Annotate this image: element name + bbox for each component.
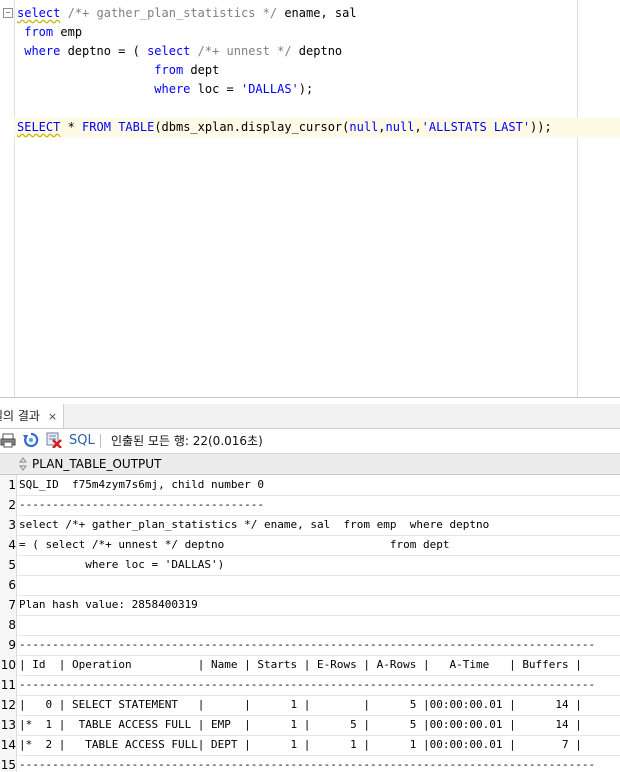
- table-row[interactable]: 11 --------------------------------------…: [0, 675, 620, 696]
- code-token: /*+ unnest */: [197, 44, 292, 58]
- row-number[interactable]: 12: [0, 695, 17, 715]
- fold-toggle-icon[interactable]: −: [3, 8, 13, 18]
- code-token: (dbms_xplan.display_cursor(: [154, 120, 350, 134]
- results-tabbar: 질의 결과 ×: [0, 404, 620, 429]
- results-toolbar: SQL 인출된 모든 행: 22(0.016초): [0, 429, 620, 454]
- table-cell[interactable]: |* 2 | TABLE ACCESS FULL| DEPT | 1 | 1 |…: [19, 735, 582, 755]
- row-number[interactable]: 6: [0, 575, 17, 595]
- row-number[interactable]: 15: [0, 755, 17, 772]
- table-row[interactable]: 14 |* 2 | TABLE ACCESS FULL| DEPT | 1 | 1…: [0, 735, 620, 756]
- table-cell[interactable]: ----------------------------------------…: [19, 635, 595, 655]
- code-token: ,: [378, 120, 386, 134]
- editor-gutter: −: [0, 0, 15, 397]
- sql-editor[interactable]: − select /*+ gather_plan_statistics */ e…: [0, 0, 620, 398]
- result-grid[interactable]: PLAN_TABLE_OUTPUT 1 SQL_ID f75m4zym7s6mj,…: [0, 454, 620, 772]
- code-token: where: [24, 44, 61, 58]
- code-token: ename, sal: [277, 6, 357, 20]
- code-line[interactable]: where loc = 'DALLAS');: [17, 80, 313, 99]
- sort-icon[interactable]: [19, 457, 27, 471]
- print-icon[interactable]: [0, 432, 16, 448]
- sql-button[interactable]: SQL: [69, 429, 95, 453]
- table-row[interactable]: 4 = ( select /*+ unnest */ deptno from de…: [0, 535, 620, 556]
- code-token: from: [24, 25, 54, 39]
- table-row[interactable]: 15 --------------------------------------…: [0, 755, 620, 772]
- tab-query-result[interactable]: 질의 결과 ×: [0, 404, 65, 428]
- code-token: /*+ gather_plan_statistics */: [67, 6, 278, 20]
- row-number[interactable]: 5: [0, 555, 17, 575]
- grid-header: PLAN_TABLE_OUTPUT: [0, 454, 620, 475]
- table-cell[interactable]: |* 1 | TABLE ACCESS FULL | EMP | 1 | 5 |…: [19, 715, 582, 735]
- table-cell[interactable]: | Id | Operation | Name | Starts | E-Row…: [19, 655, 582, 675]
- table-cell[interactable]: = ( select /*+ unnest */ deptno from dep…: [19, 535, 449, 555]
- table-row[interactable]: 8: [0, 615, 620, 636]
- table-cell[interactable]: | 0 | SELECT STATEMENT | | 1 | | 5 |00:0…: [19, 695, 582, 715]
- code-token: ));: [530, 120, 552, 134]
- code-line[interactable]: select /*+ gather_plan_statistics */ ena…: [17, 4, 357, 23]
- code-token: TABLE: [118, 120, 155, 134]
- fetch-status: 인출된 모든 행: 22(0.016초): [111, 434, 263, 448]
- toolbar-separator: [100, 434, 101, 448]
- tab-label: 질의 결과: [0, 409, 40, 423]
- table-cell[interactable]: where loc = 'DALLAS'): [19, 555, 224, 575]
- code-token: null: [385, 120, 415, 134]
- code-token: 'DALLAS': [240, 82, 299, 96]
- code-token: from: [154, 63, 184, 77]
- table-row[interactable]: 13 |* 1 | TABLE ACCESS FULL | EMP | 1 | 5…: [0, 715, 620, 736]
- code-token: deptno = (: [60, 44, 148, 58]
- code-token: dept: [183, 63, 220, 77]
- editor-margin-line: [577, 0, 578, 397]
- table-cell[interactable]: ----------------------------------------…: [19, 675, 595, 695]
- code-line[interactable]: where deptno = ( select /*+ unnest */ de…: [17, 42, 342, 61]
- row-number[interactable]: 1: [0, 475, 17, 495]
- code-token: loc =: [190, 82, 241, 96]
- code-token: select: [17, 6, 61, 20]
- code-token: emp: [53, 25, 83, 39]
- delete-results-icon[interactable]: [46, 432, 62, 448]
- row-number[interactable]: 14: [0, 735, 17, 755]
- row-number[interactable]: 4: [0, 535, 17, 555]
- close-icon[interactable]: ×: [48, 410, 57, 423]
- row-number[interactable]: 9: [0, 635, 17, 655]
- code-line[interactable]: SELECT * FROM TABLE(dbms_xplan.display_c…: [14, 118, 620, 137]
- row-number[interactable]: 7: [0, 595, 17, 615]
- table-row[interactable]: 10 | Id | Operation | Name | Starts | E-R…: [0, 655, 620, 676]
- table-cell[interactable]: Plan hash value: 2858400319: [19, 595, 198, 615]
- row-number[interactable]: 2: [0, 495, 17, 515]
- table-row[interactable]: 2 -------------------------------------: [0, 495, 620, 516]
- row-number[interactable]: 3: [0, 515, 17, 535]
- code-token: deptno: [291, 44, 343, 58]
- refresh-icon[interactable]: [23, 432, 39, 448]
- row-number[interactable]: 13: [0, 715, 17, 735]
- code-token: select: [147, 44, 191, 58]
- table-row[interactable]: 12 | 0 | SELECT STATEMENT | | 1 | | 5 |00…: [0, 695, 620, 716]
- code-token: );: [298, 82, 314, 96]
- code-line[interactable]: from dept: [17, 61, 219, 80]
- row-number[interactable]: 11: [0, 675, 17, 695]
- row-number[interactable]: 8: [0, 615, 17, 635]
- code-token: where: [154, 82, 191, 96]
- table-row[interactable]: 7 Plan hash value: 2858400319: [0, 595, 620, 616]
- code-token: FROM: [82, 120, 111, 134]
- code-token: ,: [414, 120, 422, 134]
- code-line[interactable]: from emp: [17, 23, 82, 42]
- column-header-plan-table-output[interactable]: PLAN_TABLE_OUTPUT: [32, 454, 161, 474]
- table-cell[interactable]: SQL_ID f75m4zym7s6mj, child number 0: [19, 475, 264, 495]
- code-token: null: [349, 120, 379, 134]
- table-row[interactable]: 9 ---------------------------------------…: [0, 635, 620, 656]
- row-number[interactable]: 10: [0, 655, 17, 675]
- code-token: *: [60, 120, 83, 134]
- table-row[interactable]: 3 select /*+ gather_plan_statistics */ en…: [0, 515, 620, 536]
- table-cell[interactable]: select /*+ gather_plan_statistics */ ena…: [19, 515, 489, 535]
- table-row[interactable]: 1 SQL_ID f75m4zym7s6mj, child number 0: [0, 475, 620, 496]
- code-token: 'ALLSTATS LAST': [421, 120, 531, 134]
- table-row[interactable]: 5 where loc = 'DALLAS'): [0, 555, 620, 576]
- table-cell[interactable]: -------------------------------------: [19, 495, 264, 515]
- table-cell[interactable]: ----------------------------------------…: [19, 755, 595, 772]
- code-token: SELECT: [17, 120, 61, 134]
- table-row[interactable]: 6: [0, 575, 620, 596]
